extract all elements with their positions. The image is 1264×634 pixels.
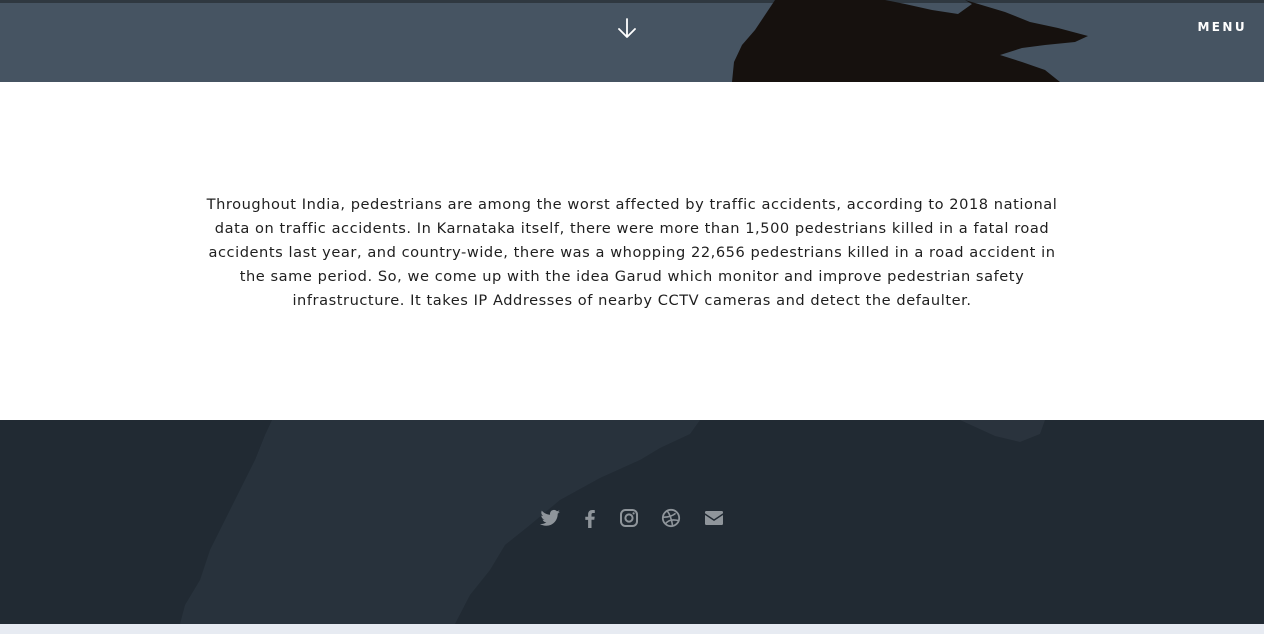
eagle-silhouette-top: [732, 0, 1088, 82]
page: MENU Throughout India, pedestrians are a…: [0, 0, 1264, 634]
project-description: Throughout India, pedestrians are among …: [206, 196, 1058, 309]
dribbble-icon[interactable]: [659, 506, 683, 530]
header: MENU: [0, 0, 1264, 82]
envelope-icon[interactable]: [702, 506, 726, 530]
twitter-icon[interactable]: [538, 506, 562, 530]
bottom-edge-strip: [0, 624, 1264, 634]
arrow-down-icon[interactable]: [615, 16, 639, 40]
facebook-icon[interactable]: [578, 506, 602, 530]
menu-button[interactable]: MENU: [1197, 20, 1247, 34]
main-content: Throughout India, pedestrians are among …: [0, 82, 1264, 420]
social-links: [538, 506, 728, 530]
footer: [0, 420, 1264, 624]
instagram-icon[interactable]: [617, 506, 641, 530]
